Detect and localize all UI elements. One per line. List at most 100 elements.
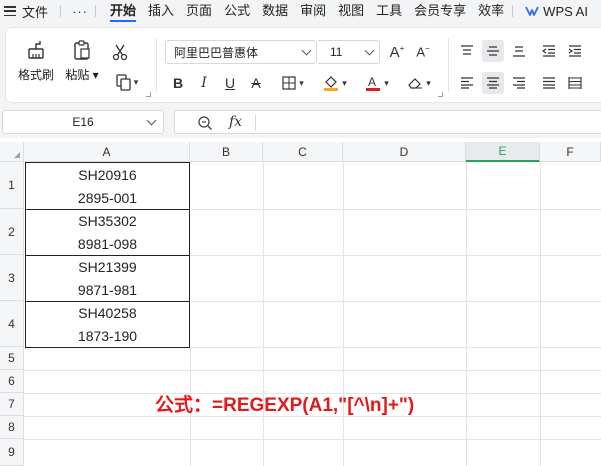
borders-button[interactable]: ▾ [276,72,310,94]
formula-annotation: 公式：=REGEXP(A1,"[^\n]+") [155,395,415,416]
name-box[interactable]: E16 [2,110,164,134]
font-size-value: 11 [330,45,343,59]
menu-bar: 文件 ··· 开始 插入 页面 公式 数据 审阅 视图 工具 会员专享 效率 W… [0,0,601,22]
row-header-4[interactable]: 4 [0,301,24,347]
distributed-align-button[interactable] [564,72,586,94]
tab-view[interactable]: 视图 [332,0,370,22]
row-header-5[interactable]: 5 [0,347,24,370]
formula-divider [255,115,256,131]
align-center-button[interactable] [482,72,504,94]
font-color-icon: A [366,75,381,91]
column-header-c[interactable]: C [263,142,343,162]
clipboard-launcher-icon[interactable] [146,92,151,97]
copy-icon [116,74,131,91]
row-header-7[interactable]: 7 [0,393,24,416]
bold-button[interactable]: B [168,72,188,94]
cell-line: SH35302 [78,213,137,230]
underline-button[interactable]: U [220,72,240,94]
tab-formulas[interactable]: 公式 [218,0,256,22]
column-header-f[interactable]: F [540,142,601,162]
cell-a3[interactable]: SH21399 9871-981 [25,256,190,302]
decrease-font-size-button[interactable]: A− [412,40,434,64]
row-header-2[interactable]: 2 [0,209,24,255]
strikethrough-icon: A [251,75,261,91]
svg-text:A: A [368,75,376,89]
tab-insert[interactable]: 插入 [142,0,180,22]
increase-indent-button[interactable] [564,40,586,62]
align-left-button[interactable] [456,72,478,94]
font-name-select[interactable]: 阿里巴巴普惠体 [165,40,317,64]
column-header-d[interactable]: D [343,142,466,162]
column-header-e[interactable]: E [466,142,540,162]
tab-page[interactable]: 页面 [180,0,218,22]
cell-line: 8981-098 [77,235,138,252]
font-size-select[interactable]: 11 [318,40,380,64]
align-bottom-button[interactable] [508,40,530,62]
insert-function-button[interactable]: fx [229,114,242,130]
format-painter-button[interactable]: 格式刷 [14,38,58,83]
chevron-down-icon [301,45,312,56]
cell-a1[interactable]: SH20916 2895-001 [25,162,190,210]
row-header-1[interactable]: 1 [0,162,24,209]
align-center-icon [487,77,499,89]
grid-line [263,162,264,466]
fill-color-button[interactable]: ▾ [318,72,352,94]
spreadsheet-grid[interactable]: A B C D E F 1 2 3 4 5 6 7 8 9 SH20916 28… [0,142,601,466]
ribbon-divider [156,38,157,92]
row-header-8[interactable]: 8 [0,416,24,439]
row-header-3[interactable]: 3 [0,255,24,301]
column-header-a[interactable]: A [24,142,190,162]
distributed-align-icon [568,77,582,89]
borders-icon [282,76,296,90]
tab-data[interactable]: 数据 [256,0,294,22]
increase-font-size-button[interactable]: A+ [386,40,408,64]
align-middle-button[interactable] [482,40,504,62]
row-header-6[interactable]: 6 [0,370,24,393]
tab-review[interactable]: 审阅 [294,0,332,22]
column-header-b[interactable]: B [190,142,263,162]
cell-line: SH20916 [78,166,137,183]
scissors-icon [112,44,128,61]
ribbon-area: 格式刷 粘贴 ▾ ▾ 阿里巴巴普惠体 11 A+ A− B I U A ▾ ▾ … [0,22,601,108]
font-shrink-icon: A− [416,44,430,60]
indent-icon [568,45,581,57]
grid-line [24,439,601,440]
more-menu-button[interactable]: ··· [69,4,91,19]
justify-button[interactable] [538,72,560,94]
cell-a2[interactable]: SH35302 8981-098 [25,210,190,256]
align-right-button[interactable] [508,72,530,94]
zoom-search-icon[interactable] [197,115,213,131]
select-all-button[interactable] [0,142,24,162]
cut-button[interactable] [108,40,132,64]
copy-button[interactable]: ▾ [108,70,144,94]
underline-icon: U [224,75,236,91]
eraser-icon [408,78,423,89]
italic-icon: I [201,75,207,91]
tab-member[interactable]: 会员专享 [408,0,472,22]
font-launcher-icon[interactable] [438,92,443,97]
cell-a4[interactable]: SH40258 1873-190 [25,302,190,348]
strikethrough-button[interactable]: A [246,72,266,94]
font-color-button[interactable]: A ▾ [360,72,394,94]
clear-format-button[interactable]: ▾ [402,72,436,94]
chevron-down-icon: ▾ [133,76,139,87]
tab-tools[interactable]: 工具 [370,0,408,22]
tab-home[interactable]: 开始 [104,0,142,22]
cell-line: 2895-001 [77,189,138,206]
wps-ai-label: WPS AI [543,3,588,19]
decrease-indent-button[interactable] [538,40,560,62]
align-top-button[interactable] [456,40,478,62]
paste-button[interactable]: 粘贴 ▾ [62,38,102,83]
chevron-down-icon: ▾ [426,77,431,88]
row-header-9[interactable]: 9 [0,439,24,466]
file-menu[interactable]: 文件 [0,2,48,21]
clipboard-icon [74,40,90,60]
tab-efficiency[interactable]: 效率 [472,0,510,22]
bold-icon: B [172,75,184,91]
formula-input[interactable]: fx [174,110,601,134]
italic-button[interactable]: I [194,72,214,94]
paste-label: 粘贴 ▾ [65,68,99,82]
wps-ai-button[interactable]: WPS AI [519,4,594,19]
chevron-down-icon [146,115,157,126]
outdent-icon [542,45,555,57]
